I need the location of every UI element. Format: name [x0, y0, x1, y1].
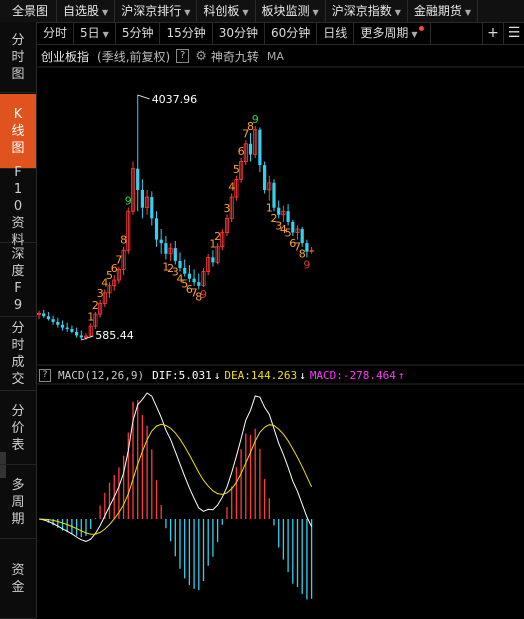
candle-body [183, 268, 187, 274]
nine-count-label: 2 [214, 230, 221, 243]
nine-count-label: 3 [224, 202, 231, 215]
nine-count-label: 8 [120, 234, 127, 247]
candle-body [150, 197, 154, 219]
candle-body [136, 168, 140, 190]
candle-body [164, 243, 168, 254]
candle-body [197, 282, 201, 286]
nine-count-label: 9 [303, 258, 310, 271]
candle-body [291, 221, 295, 233]
candle-body [154, 218, 159, 240]
candle-body [65, 327, 69, 330]
candle-body [187, 273, 191, 279]
candle-body [159, 239, 163, 244]
nine-count-label: 9 [200, 288, 207, 301]
candle-body [258, 129, 262, 166]
candle-body [286, 211, 290, 222]
candle-body [140, 189, 144, 208]
nine-count-label: 2 [92, 299, 99, 312]
candle-body [300, 228, 304, 244]
candle-body [79, 335, 83, 338]
candle-body [42, 313, 46, 317]
nine-count-label: 6 [238, 145, 245, 158]
candle-body [46, 316, 50, 320]
nine-count-label: 9 [252, 113, 259, 126]
candle-body [56, 321, 60, 325]
nine-count-label: 4 [228, 180, 235, 193]
candle-body [75, 331, 79, 336]
kline-chart[interactable]: 123456789123456789123456789123456789 403… [0, 0, 524, 618]
high-pointer [137, 94, 150, 100]
candle-body [192, 278, 196, 283]
nine-count-label: 5 [233, 163, 240, 176]
candle-body [272, 182, 276, 208]
dea-line [38, 423, 313, 535]
candle-body [60, 324, 65, 328]
candle-body [263, 165, 267, 190]
nine-count-label: 7 [115, 254, 122, 267]
candle-body [305, 243, 309, 252]
high-price-label: 4037.96 [152, 93, 198, 106]
candle-body [178, 260, 182, 269]
low-price-label: 585.44 [95, 329, 134, 342]
candle-body [173, 248, 177, 261]
nine-count-label: 1 [87, 310, 94, 323]
nine-count-label: 9 [125, 195, 132, 208]
candle-body [211, 257, 215, 263]
candle-body [70, 329, 74, 332]
candle-body [51, 319, 55, 322]
candle-body [248, 143, 253, 155]
candle-body [277, 207, 281, 215]
